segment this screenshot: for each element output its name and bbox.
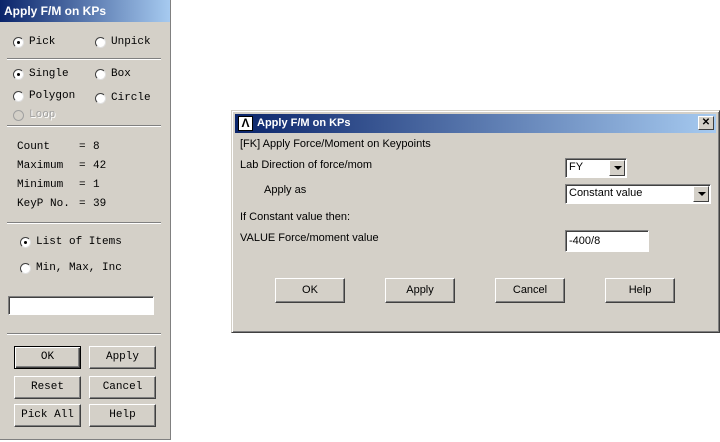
radio-polygon-indicator[interactable] <box>13 90 24 102</box>
radio-list-of-items[interactable]: List of Items <box>20 236 122 248</box>
picker-apply-button[interactable]: Apply <box>89 346 156 369</box>
radio-circle[interactable]: Circle <box>95 92 151 104</box>
info-maximum-value: 42 <box>93 160 107 172</box>
separator <box>7 125 161 127</box>
picker-cancel-button[interactable]: Cancel <box>89 376 156 399</box>
radio-circle-label: Circle <box>111 92 151 104</box>
pick-entry-input[interactable] <box>8 296 154 315</box>
picker-help-button[interactable]: Help <box>89 404 156 427</box>
radio-unpick-label: Unpick <box>111 36 151 48</box>
radio-polygon[interactable]: Polygon <box>13 90 75 102</box>
if-constant-label: If Constant value then: <box>240 211 351 223</box>
separator <box>7 333 161 335</box>
radio-unpick[interactable]: Unpick <box>95 36 151 48</box>
radio-box[interactable]: Box <box>95 68 131 80</box>
ansys-logo-icon: Λ <box>238 116 253 131</box>
apply-as-select[interactable]: Constant value <box>565 184 711 204</box>
radio-list-of-items-indicator[interactable] <box>20 236 31 248</box>
close-icon[interactable]: ✕ <box>698 116 714 130</box>
radio-pick-indicator[interactable] <box>13 36 24 48</box>
radio-min-max-inc-label: Min, Max, Inc <box>36 262 122 274</box>
radio-min-max-inc-indicator[interactable] <box>20 262 31 274</box>
lab-label: Lab Direction of force/mom <box>240 159 373 171</box>
info-maximum-key: Maximum <box>17 160 64 172</box>
radio-unpick-indicator[interactable] <box>95 36 106 48</box>
dialog-apply-button[interactable]: Apply <box>385 278 455 303</box>
apply-as-value: Constant value <box>569 187 643 199</box>
dialog-cancel-button[interactable]: Cancel <box>495 278 565 303</box>
apply-fm-dialog: Λ Apply F/M on KPs ✕ [FK] Apply Force/Mo… <box>231 110 720 333</box>
radio-loop: Loop <box>13 109 55 121</box>
force-value-input[interactable]: -400/8 <box>565 230 649 252</box>
chevron-down-icon[interactable] <box>693 186 709 202</box>
radio-loop-indicator <box>13 109 24 121</box>
lab-direction-select[interactable]: FY <box>565 158 627 178</box>
lab-direction-value: FY <box>569 161 584 173</box>
separator <box>7 58 161 60</box>
separator <box>7 222 161 224</box>
info-keyp-value: 39 <box>93 198 107 210</box>
chevron-down-icon[interactable] <box>609 160 625 176</box>
radio-pick-label: Pick <box>29 36 56 48</box>
info-minimum: Minimum = 1 <box>17 179 100 191</box>
radio-single[interactable]: Single <box>13 68 69 80</box>
radio-single-indicator[interactable] <box>13 68 24 80</box>
radio-circle-indicator[interactable] <box>95 92 106 104</box>
picker-pick-all-button[interactable]: Pick All <box>14 404 81 427</box>
dialog-titlebar: Λ Apply F/M on KPs ✕ <box>235 114 716 133</box>
force-value-text: -400/8 <box>569 235 601 247</box>
radio-pick[interactable]: Pick <box>13 36 55 48</box>
info-maximum: Maximum = 42 <box>17 160 107 172</box>
info-count: Count = 8 <box>17 141 100 153</box>
info-keyp-no: KeyP No. = 39 <box>17 198 107 210</box>
apply-as-label: Apply as <box>264 184 307 196</box>
radio-box-label: Box <box>111 68 131 80</box>
radio-list-of-items-label: List of Items <box>36 236 122 248</box>
info-count-value: 8 <box>93 141 100 153</box>
info-minimum-key: Minimum <box>17 179 64 191</box>
info-count-key: Count <box>17 141 51 153</box>
info-keyp-key: KeyP No. <box>17 198 70 210</box>
command-description: [FK] Apply Force/Moment on Keypoints <box>240 138 431 150</box>
value-label: VALUE Force/moment value <box>240 232 379 244</box>
radio-loop-label: Loop <box>29 109 56 121</box>
radio-single-label: Single <box>29 68 69 80</box>
dialog-help-button[interactable]: Help <box>605 278 675 303</box>
radio-box-indicator[interactable] <box>95 68 106 80</box>
picker-title: Apply F/M on KPs <box>0 0 170 22</box>
dialog-title: Apply F/M on KPs <box>257 117 351 129</box>
radio-polygon-label: Polygon <box>29 90 76 102</box>
picker-panel: Apply F/M on KPs Pick Unpick Single Box … <box>0 0 171 440</box>
radio-min-max-inc[interactable]: Min, Max, Inc <box>20 262 122 274</box>
picker-ok-button[interactable]: OK <box>14 346 81 369</box>
info-minimum-value: 1 <box>93 179 100 191</box>
dialog-ok-button[interactable]: OK <box>275 278 345 303</box>
picker-reset-button[interactable]: Reset <box>14 376 81 399</box>
